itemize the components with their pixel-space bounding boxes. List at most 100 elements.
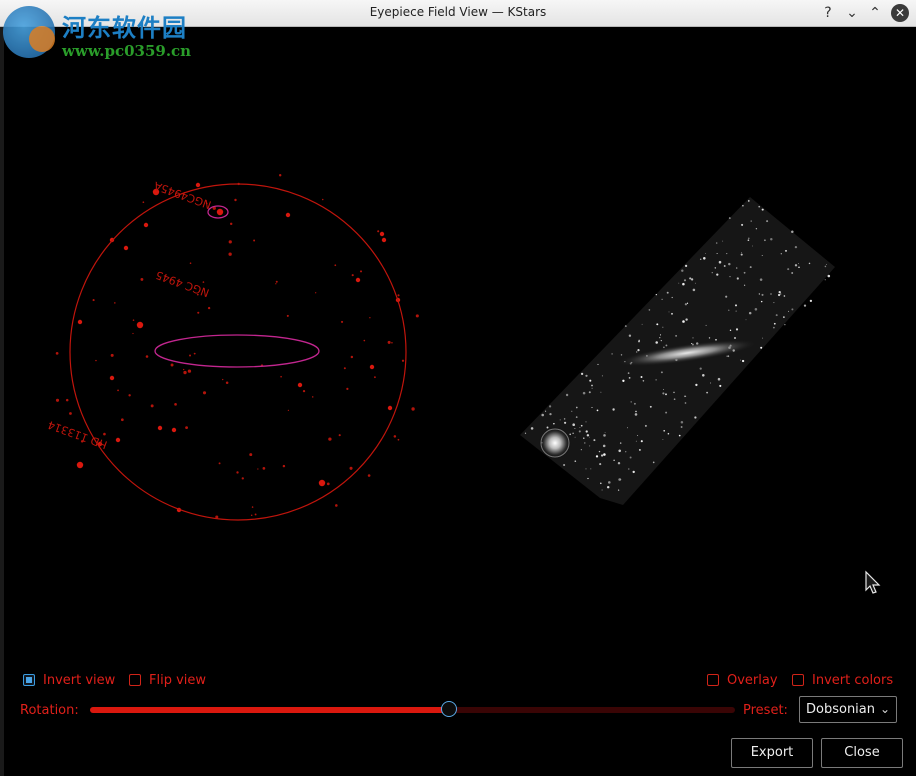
dss-star — [714, 267, 717, 269]
dss-star — [624, 450, 627, 453]
dss-star — [773, 326, 775, 329]
invert-colors-checkbox[interactable]: Invert colors — [792, 671, 893, 689]
overlay-label: Overlay — [727, 672, 778, 688]
dss-star — [681, 269, 684, 272]
dss-star — [638, 340, 640, 343]
dss-star — [726, 253, 728, 255]
dss-star — [655, 294, 657, 296]
dss-star — [682, 320, 685, 323]
sketch-star — [401, 359, 405, 362]
dss-star — [798, 262, 799, 264]
dss-star — [694, 282, 696, 284]
dss-star — [729, 275, 731, 278]
watermark-url: www.pc0359.cn — [62, 42, 192, 60]
dss-star — [659, 334, 662, 336]
overlay-box[interactable] — [707, 674, 719, 686]
flip-view-box[interactable] — [129, 674, 141, 686]
dss-star — [716, 273, 719, 276]
dss-star — [741, 359, 745, 363]
dss-star — [603, 453, 606, 456]
dss-star — [641, 323, 643, 325]
maximize-icon[interactable]: ⌃ — [866, 4, 884, 22]
dss-star — [675, 335, 677, 337]
invert-colors-box[interactable] — [792, 674, 804, 686]
close-window-icon[interactable]: ✕ — [891, 4, 909, 22]
label-ngc4945: NGC 4945 — [154, 268, 211, 299]
dss-star — [798, 266, 800, 268]
dss-star — [684, 402, 687, 404]
dss-star — [708, 337, 711, 339]
dss-star — [634, 413, 638, 416]
dss-star — [803, 304, 807, 307]
dss-star — [728, 309, 730, 311]
dss-star — [530, 427, 534, 430]
sketch-star — [321, 198, 324, 201]
close-button[interactable]: Close — [821, 738, 903, 768]
overlay-checkbox[interactable]: Overlay — [707, 671, 778, 689]
minimize-icon[interactable]: ⌄ — [843, 4, 861, 22]
sketch-star — [253, 239, 256, 242]
sketch-star — [150, 404, 154, 408]
sketch-star — [351, 274, 354, 277]
sketch-star — [387, 405, 393, 411]
sketch-star — [287, 409, 289, 411]
sketch-star — [140, 277, 144, 281]
dss-star — [596, 409, 599, 412]
dss-star — [612, 408, 615, 411]
sketch-star — [285, 212, 291, 218]
rotation-slider[interactable] — [90, 701, 735, 717]
dss-star — [671, 296, 673, 299]
sketch-star — [251, 506, 254, 508]
dss-star — [662, 438, 664, 440]
sketch-star — [110, 353, 114, 357]
dss-star — [827, 274, 831, 278]
dss-star — [689, 277, 692, 280]
dss-star — [694, 416, 697, 419]
dss-star — [565, 393, 569, 397]
dss-star — [752, 245, 754, 247]
dss-star — [783, 316, 785, 318]
dss-star — [825, 263, 828, 266]
dss-star — [706, 391, 708, 394]
rotation-slider-handle[interactable] — [441, 701, 458, 717]
dss-star — [606, 485, 610, 489]
sketch-star — [55, 351, 59, 355]
dss-star — [755, 228, 758, 230]
sketch-star — [282, 464, 286, 468]
dss-star — [588, 391, 591, 394]
export-button[interactable]: Export — [731, 738, 813, 768]
dss-star — [684, 264, 688, 268]
dss-star — [620, 354, 623, 356]
dss-star — [773, 322, 776, 325]
preset-select[interactable]: Dobsonian ⌄ — [799, 696, 897, 723]
sketch-star — [92, 299, 95, 302]
invert-view-box[interactable] — [23, 674, 35, 686]
dss-star — [759, 278, 763, 281]
dss-star — [613, 459, 615, 461]
rotation-slider-fill — [90, 707, 450, 713]
flip-view-checkbox[interactable]: Flip view — [129, 671, 206, 689]
dss-star — [743, 284, 746, 286]
sketch-star — [391, 342, 393, 344]
dss-star — [747, 239, 750, 242]
dss-star — [780, 253, 782, 255]
dss-star — [644, 424, 647, 427]
sketch-star — [315, 292, 317, 294]
mouse-cursor-icon — [865, 570, 881, 594]
sketch-star — [340, 320, 344, 323]
sketch-star — [65, 398, 69, 402]
dss-star — [660, 339, 662, 342]
dss-star — [705, 324, 707, 326]
help-icon[interactable]: ? — [819, 4, 837, 22]
dss-star — [761, 208, 764, 211]
dss-star — [656, 323, 659, 326]
galaxy-ngc4945-outline — [154, 334, 320, 368]
sketch-star — [142, 201, 145, 204]
dss-star — [682, 282, 685, 286]
dss-star — [598, 450, 601, 453]
invert-view-checkbox[interactable]: Invert view — [23, 671, 115, 689]
dss-star — [683, 279, 687, 282]
sketch-star — [76, 461, 84, 469]
dss-star — [617, 461, 621, 465]
dss-star — [766, 220, 769, 223]
